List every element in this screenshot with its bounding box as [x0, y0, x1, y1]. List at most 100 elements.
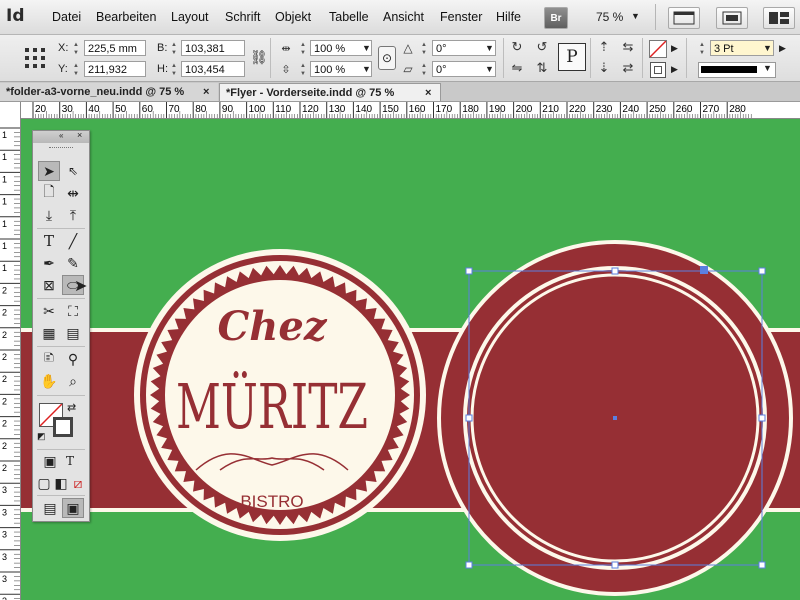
zoom-dropdown-icon[interactable]: ▼	[631, 11, 640, 21]
menu-layout[interactable]: Layout	[171, 10, 209, 24]
fill-stroke-swatches[interactable]: ⇄ ◩	[37, 401, 83, 445]
menu-hilfe[interactable]: Hilfe	[496, 10, 521, 24]
pencil-tool-icon[interactable]: ✎	[62, 253, 84, 273]
y-spinner[interactable]: ▲ ▼	[72, 62, 80, 78]
control-more-icon[interactable]: ▶	[779, 43, 786, 54]
menu-schrift[interactable]: Schrift	[225, 10, 260, 24]
format-text-icon[interactable]: T	[61, 451, 79, 471]
menu-fenster[interactable]: Fenster	[440, 10, 482, 24]
close-icon[interactable]: ×	[425, 84, 431, 102]
zoom-level[interactable]: 75 %	[596, 10, 623, 24]
grip-icon[interactable]	[49, 147, 73, 150]
stroke-swatch-icon[interactable]	[53, 417, 73, 437]
view-options-icon[interactable]	[668, 7, 700, 29]
scale-y-spinner[interactable]: ▲ ▼	[299, 62, 307, 78]
artwork: Chez MÜRITZ BISTRO	[21, 119, 800, 600]
corner-option-handle[interactable]	[700, 266, 708, 274]
preview-mode-icon[interactable]: ▣	[62, 498, 84, 518]
selection-tool-icon[interactable]: ➤	[38, 161, 60, 181]
menu-ansicht[interactable]: Ansicht	[383, 10, 424, 24]
screen-mode-icon[interactable]	[716, 7, 748, 29]
fill-dropdown-icon[interactable]: ▶	[671, 43, 678, 54]
flip-vertical-icon[interactable]: ⇅	[532, 59, 552, 77]
apply-none-icon[interactable]: ⧄	[70, 473, 86, 493]
tab-folder[interactable]: *folder-a3-vorne_neu.indd @ 75 % ×	[0, 83, 218, 101]
menu-bearbeiten[interactable]: Bearbeiten	[96, 10, 156, 24]
stroke-swatch-icon[interactable]	[650, 62, 666, 78]
type-tool-icon[interactable]: T	[38, 231, 60, 251]
close-icon[interactable]: ×	[77, 130, 82, 140]
menu-tabelle[interactable]: Tabelle	[329, 10, 369, 24]
tab-flyer[interactable]: *Flyer - Vorderseite.indd @ 75 % ×	[219, 83, 441, 101]
rotate-dropdown-icon[interactable]: ▼	[485, 43, 494, 53]
direct-selection-tool-icon[interactable]: ⇖	[62, 161, 84, 181]
content-collector-icon[interactable]: ⤓	[38, 205, 60, 225]
arrange-icon[interactable]	[763, 7, 795, 29]
b-field[interactable]: 103,381 mm	[181, 40, 245, 71]
ruler-label: 40	[88, 104, 100, 115]
constrain-proportions-icon[interactable]: ⛓	[250, 49, 268, 66]
document-canvas[interactable]: Chez MÜRITZ BISTRO	[21, 119, 800, 600]
pen-tool-icon[interactable]: ✒	[38, 253, 60, 273]
normal-view-icon[interactable]: ▤	[39, 498, 61, 518]
swap-icon[interactable]: ⇄	[67, 401, 76, 414]
rotate-cw-icon[interactable]: ↻	[507, 38, 527, 56]
eyedropper-tool-icon[interactable]: ⚲	[62, 349, 84, 369]
hand-tool-icon[interactable]: ✋	[38, 371, 60, 391]
apply-gradient-icon[interactable]: ◧	[53, 473, 69, 493]
select-next-icon[interactable]: ⇄	[618, 59, 638, 77]
stroke-type-dropdown[interactable]: ▼	[698, 62, 776, 78]
rotate-ccw-icon[interactable]: ↺	[532, 38, 552, 56]
b-spinner[interactable]: ▲ ▼	[170, 41, 178, 57]
zoom-tool-icon[interactable]: ⌕	[62, 371, 84, 391]
shear-dropdown-icon[interactable]: ▼	[485, 64, 494, 74]
scissors-tool-icon[interactable]: ✂	[38, 301, 60, 321]
menu-datei[interactable]: Datei	[52, 10, 81, 24]
ruler-label: 30	[62, 104, 74, 115]
h-field[interactable]: 103,454 mm	[181, 61, 245, 92]
y-field[interactable]: 211,932 mm	[84, 61, 146, 92]
select-content-icon[interactable]: ⇣	[594, 59, 614, 77]
ruler-label: 60	[142, 104, 154, 115]
collapse-icon[interactable]: «	[59, 131, 63, 140]
scale-x-spinner[interactable]: ▲ ▼	[299, 41, 307, 57]
close-icon[interactable]: ×	[203, 83, 209, 101]
fill-swatch-icon[interactable]	[649, 40, 667, 58]
apply-color-icon[interactable]: ▢	[36, 473, 52, 493]
gradient-feather-tool-icon[interactable]: ▤	[62, 323, 84, 343]
mouse-cursor-icon: ➤	[74, 278, 88, 295]
x-field[interactable]: 225,5 mm	[84, 40, 146, 56]
free-transform-tool-icon[interactable]: ⛶	[62, 301, 84, 321]
select-previous-icon[interactable]: ⇆	[618, 38, 638, 56]
horizontal-ruler[interactable]: 20 30 40 50 60 70 80 90 100 110 120 130 140 150 160 170…	[20, 102, 800, 119]
page-tool-icon[interactable]: 🗋	[38, 183, 60, 203]
ruler-label: 1	[2, 197, 7, 207]
stroke-dropdown-icon[interactable]: ▶	[671, 64, 678, 75]
menu-objekt[interactable]: Objekt	[275, 10, 311, 24]
scale-y-dropdown-icon[interactable]: ▼	[362, 64, 371, 74]
x-spinner[interactable]: ▲ ▼	[72, 41, 80, 57]
rotate-spinner[interactable]: ▲ ▼	[420, 41, 428, 57]
ruler-label: 160	[409, 104, 426, 115]
gap-tool-icon[interactable]: ⇹	[62, 183, 84, 203]
tools-panel-header[interactable]: « ×	[33, 130, 89, 143]
shear-spinner[interactable]: ▲ ▼	[420, 62, 428, 78]
line-tool-icon[interactable]: ╱	[62, 231, 84, 251]
rectangle-frame-tool-icon[interactable]: ⊠	[38, 275, 60, 295]
gradient-swatch-tool-icon[interactable]: ▦	[38, 323, 60, 343]
format-container-icon[interactable]: ▣	[41, 451, 59, 471]
flip-horizontal-icon[interactable]: ⇋	[507, 59, 527, 77]
stroke-weight-spinner[interactable]: ▲ ▼	[698, 41, 706, 57]
vertical-ruler[interactable]: 1 1 1 1 1 1 1 2 2 2 2 2 2 2 2 2 3 3 3 3 3 3	[0, 102, 21, 600]
default-colors-icon[interactable]: ◩	[37, 431, 46, 442]
content-placer-icon[interactable]: ⤒	[62, 205, 84, 225]
scale-x-dropdown-icon[interactable]: ▼	[362, 43, 371, 53]
select-container-icon[interactable]: ⇡	[594, 38, 614, 56]
reference-point-icon[interactable]	[24, 47, 46, 72]
stroke-weight-dropdown-icon[interactable]: ▼	[763, 43, 772, 53]
note-tool-icon[interactable]: 🗈	[38, 349, 60, 369]
bridge-icon[interactable]: Br	[544, 7, 568, 29]
h-spinner[interactable]: ▲ ▼	[170, 62, 178, 78]
proportional-scale-icon[interactable]: ⊙	[378, 46, 396, 70]
shear-icon: ▱	[403, 62, 413, 76]
